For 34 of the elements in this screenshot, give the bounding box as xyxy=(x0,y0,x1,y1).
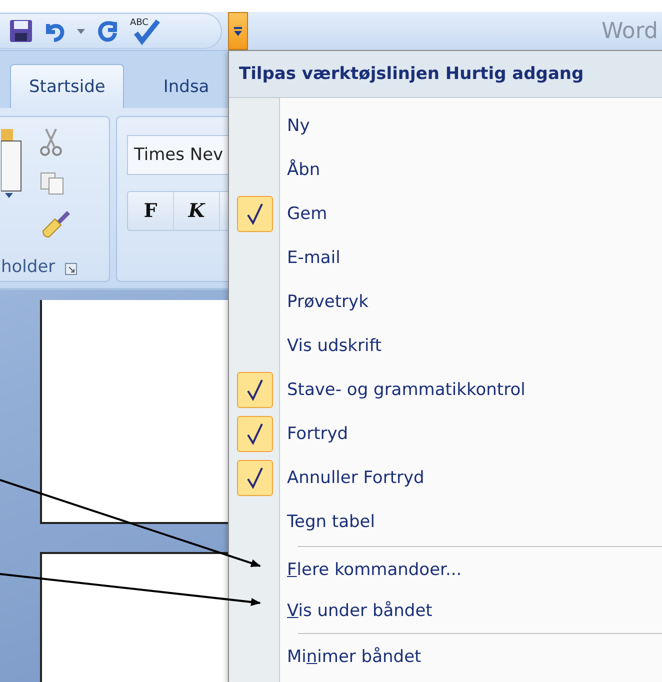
checkmark-icon xyxy=(247,467,263,489)
ribbon-tab[interactable]: Indsa xyxy=(144,64,228,108)
menu-item[interactable]: Gem xyxy=(287,204,328,224)
check-box[interactable] xyxy=(237,196,273,232)
check-box[interactable] xyxy=(237,372,273,408)
group-label: holder xyxy=(1,257,56,277)
menu-item[interactable]: Vis udskrift xyxy=(287,336,382,356)
menu-item[interactable]: Annuller Fortryd xyxy=(287,468,424,488)
dialog-launcher-icon[interactable] xyxy=(65,263,78,275)
checkmark-icon xyxy=(247,379,263,401)
menu-item[interactable]: Minimer båndet xyxy=(287,647,422,667)
menu-item[interactable]: Flere kommandoer... xyxy=(287,560,462,580)
save-icon[interactable] xyxy=(8,18,34,44)
dropdown-arrow-icon[interactable] xyxy=(76,26,86,36)
menu-item[interactable]: Vis under båndet xyxy=(287,600,432,620)
customize-toolbar-button[interactable] xyxy=(228,12,248,50)
menu-item[interactable]: E-mail xyxy=(287,248,340,268)
italic-button[interactable]: K xyxy=(174,192,220,230)
caret-icon[interactable] xyxy=(233,25,243,37)
menu-item[interactable]: Fortryd xyxy=(287,424,348,444)
check-box[interactable] xyxy=(237,416,273,452)
bold-button[interactable]: F xyxy=(128,192,174,230)
ribbon-tab[interactable]: Startside xyxy=(10,64,124,108)
scissors-icon[interactable] xyxy=(39,127,63,157)
checkmark-icon xyxy=(247,423,263,445)
menu-item[interactable]: Tegn tabel xyxy=(287,512,375,532)
menu-item[interactable]: Stave- og grammatikkontrol xyxy=(287,380,526,400)
checkmark-icon xyxy=(247,203,263,225)
menu-title: Tilpas værktøjslinjen Hurtig adgang xyxy=(239,64,584,84)
menu-item[interactable]: Ny xyxy=(287,116,310,136)
check-box[interactable] xyxy=(237,460,273,496)
menu-item[interactable]: Åbn xyxy=(287,160,320,180)
window-title: Word xyxy=(601,18,658,44)
menu-item[interactable]: Prøvetryk xyxy=(287,292,368,312)
